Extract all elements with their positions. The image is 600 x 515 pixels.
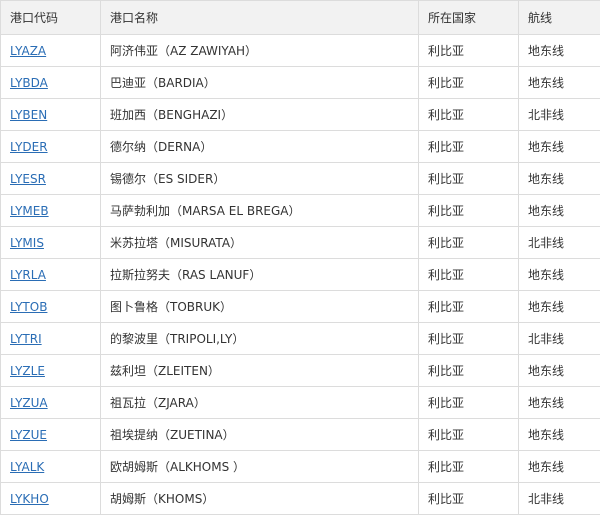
country-cell: 利比亚 bbox=[419, 227, 519, 259]
route-cell: 地东线 bbox=[519, 419, 600, 451]
country-cell: 利比亚 bbox=[419, 35, 519, 67]
table-row: LYESR 锡德尔（ES SIDER）利比亚地东线 bbox=[1, 163, 600, 195]
country-cell: 利比亚 bbox=[419, 291, 519, 323]
port-code-link[interactable]: LYDER bbox=[10, 140, 48, 154]
table-row: LYMIS 米苏拉塔（MISURATA）利比亚北非线 bbox=[1, 227, 600, 259]
table-row: LYALK 欧胡姆斯（ALKHOMS ）利比亚地东线 bbox=[1, 451, 600, 483]
port-code-link[interactable]: LYMEB bbox=[10, 204, 49, 218]
route-cell: 地东线 bbox=[519, 451, 600, 483]
port-code-cell: LYKHO bbox=[1, 483, 101, 515]
port-name-cell: 拉斯拉努夫（RAS LANUF） bbox=[101, 259, 419, 291]
table-row: LYZUE 祖埃提纳（ZUETINA）利比亚地东线 bbox=[1, 419, 600, 451]
port-code-link[interactable]: LYBDA bbox=[10, 76, 48, 90]
table-row: LYMEB 马萨勃利加（MARSA EL BREGA）利比亚地东线 bbox=[1, 195, 600, 227]
table-row: LYTOB 图卜鲁格（TOBRUK）利比亚地东线 bbox=[1, 291, 600, 323]
port-code-link[interactable]: LYTOB bbox=[10, 300, 47, 314]
table-row: LYAZA 阿济伟亚（AZ ZAWIYAH）利比亚地东线 bbox=[1, 35, 600, 67]
header-port-name: 港口名称 bbox=[101, 1, 419, 35]
port-name-cell: 兹利坦（ZLEITEN） bbox=[101, 355, 419, 387]
port-code-cell: LYBEN bbox=[1, 99, 101, 131]
port-name-cell: 巴迪亚（BARDIA） bbox=[101, 67, 419, 99]
country-cell: 利比亚 bbox=[419, 451, 519, 483]
port-table: 港口代码 港口名称 所在国家 航线 LYAZA阿济伟亚（AZ ZAWIYAH）利… bbox=[0, 0, 600, 515]
country-cell: 利比亚 bbox=[419, 483, 519, 515]
route-cell: 地东线 bbox=[519, 387, 600, 419]
port-code-link[interactable]: LYBEN bbox=[10, 108, 47, 122]
port-code-link[interactable]: LYMIS bbox=[10, 236, 44, 250]
port-name-cell: 班加西（BENGHAZI） bbox=[101, 99, 419, 131]
port-code-cell: LYBDA bbox=[1, 67, 101, 99]
port-name-cell: 的黎波里（TRIPOLI,LY） bbox=[101, 323, 419, 355]
route-cell: 地东线 bbox=[519, 131, 600, 163]
port-code-link[interactable]: LYKHO bbox=[10, 492, 49, 506]
port-code-cell: LYALK bbox=[1, 451, 101, 483]
table-header-row: 港口代码 港口名称 所在国家 航线 bbox=[1, 1, 600, 35]
route-cell: 北非线 bbox=[519, 99, 600, 131]
port-code-link[interactable]: LYTRI bbox=[10, 332, 42, 346]
port-name-cell: 祖瓦拉（ZJARA） bbox=[101, 387, 419, 419]
port-code-cell: LYAZA bbox=[1, 35, 101, 67]
port-code-link[interactable]: LYALK bbox=[10, 460, 44, 474]
port-code-cell: LYESR bbox=[1, 163, 101, 195]
header-route: 航线 bbox=[519, 1, 600, 35]
table-row: LYDER 德尔纳（DERNA）利比亚地东线 bbox=[1, 131, 600, 163]
header-port-code: 港口代码 bbox=[1, 1, 101, 35]
country-cell: 利比亚 bbox=[419, 419, 519, 451]
port-name-cell: 祖埃提纳（ZUETINA） bbox=[101, 419, 419, 451]
country-cell: 利比亚 bbox=[419, 387, 519, 419]
route-cell: 北非线 bbox=[519, 483, 600, 515]
port-code-cell: LYZUA bbox=[1, 387, 101, 419]
table-row: LYTRI 的黎波里（TRIPOLI,LY）利比亚北非线 bbox=[1, 323, 600, 355]
port-code-cell: LYMEB bbox=[1, 195, 101, 227]
port-code-cell: LYZUE bbox=[1, 419, 101, 451]
country-cell: 利比亚 bbox=[419, 259, 519, 291]
port-name-cell: 胡姆斯（KHOMS） bbox=[101, 483, 419, 515]
table-row: LYRLA 拉斯拉努夫（RAS LANUF）利比亚地东线 bbox=[1, 259, 600, 291]
port-code-link[interactable]: LYESR bbox=[10, 172, 46, 186]
route-cell: 地东线 bbox=[519, 355, 600, 387]
port-name-cell: 米苏拉塔（MISURATA） bbox=[101, 227, 419, 259]
port-code-cell: LYZLE bbox=[1, 355, 101, 387]
port-code-cell: LYRLA bbox=[1, 259, 101, 291]
route-cell: 地东线 bbox=[519, 195, 600, 227]
table-row: LYBDA 巴迪亚（BARDIA）利比亚地东线 bbox=[1, 67, 600, 99]
port-name-cell: 马萨勃利加（MARSA EL BREGA） bbox=[101, 195, 419, 227]
country-cell: 利比亚 bbox=[419, 67, 519, 99]
port-code-cell: LYTRI bbox=[1, 323, 101, 355]
country-cell: 利比亚 bbox=[419, 163, 519, 195]
route-cell: 地东线 bbox=[519, 35, 600, 67]
port-code-cell: LYDER bbox=[1, 131, 101, 163]
country-cell: 利比亚 bbox=[419, 99, 519, 131]
header-country: 所在国家 bbox=[419, 1, 519, 35]
country-cell: 利比亚 bbox=[419, 131, 519, 163]
route-cell: 北非线 bbox=[519, 323, 600, 355]
port-code-link[interactable]: LYZUE bbox=[10, 428, 47, 442]
country-cell: 利比亚 bbox=[419, 355, 519, 387]
port-code-link[interactable]: LYZLE bbox=[10, 364, 45, 378]
port-name-cell: 阿济伟亚（AZ ZAWIYAH） bbox=[101, 35, 419, 67]
port-name-cell: 锡德尔（ES SIDER） bbox=[101, 163, 419, 195]
port-code-link[interactable]: LYZUA bbox=[10, 396, 48, 410]
table-row: LYZLE 兹利坦（ZLEITEN）利比亚地东线 bbox=[1, 355, 600, 387]
route-cell: 地东线 bbox=[519, 259, 600, 291]
port-code-cell: LYTOB bbox=[1, 291, 101, 323]
port-name-cell: 欧胡姆斯（ALKHOMS ） bbox=[101, 451, 419, 483]
port-code-link[interactable]: LYRLA bbox=[10, 268, 46, 282]
route-cell: 地东线 bbox=[519, 67, 600, 99]
port-code-link[interactable]: LYAZA bbox=[10, 44, 46, 58]
route-cell: 地东线 bbox=[519, 163, 600, 195]
table-row: LYBEN 班加西（BENGHAZI）利比亚北非线 bbox=[1, 99, 600, 131]
port-name-cell: 图卜鲁格（TOBRUK） bbox=[101, 291, 419, 323]
table-row: LYKHO 胡姆斯（KHOMS）利比亚北非线 bbox=[1, 483, 600, 515]
route-cell: 北非线 bbox=[519, 227, 600, 259]
country-cell: 利比亚 bbox=[419, 323, 519, 355]
port-code-cell: LYMIS bbox=[1, 227, 101, 259]
route-cell: 地东线 bbox=[519, 291, 600, 323]
port-name-cell: 德尔纳（DERNA） bbox=[101, 131, 419, 163]
country-cell: 利比亚 bbox=[419, 195, 519, 227]
table-row: LYZUA 祖瓦拉（ZJARA）利比亚地东线 bbox=[1, 387, 600, 419]
